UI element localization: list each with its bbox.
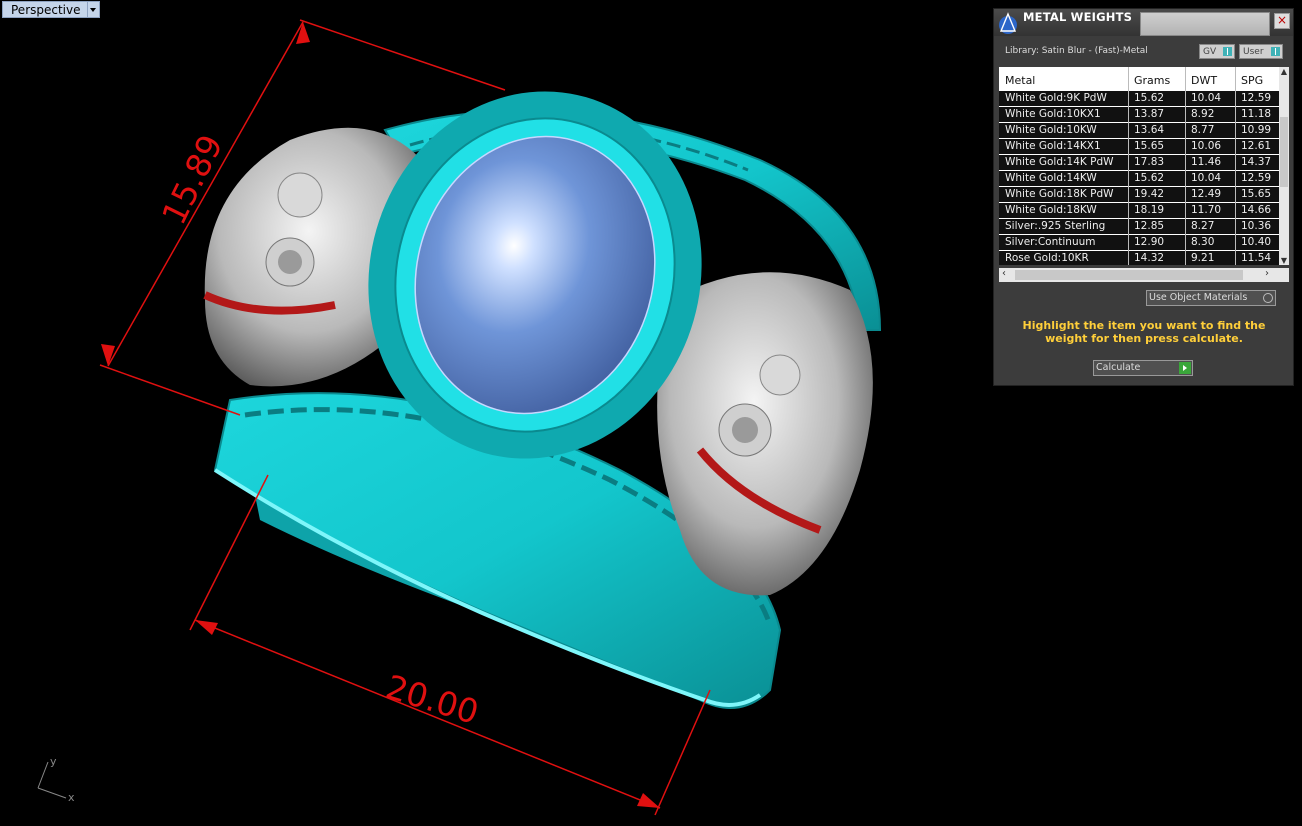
table-cell: 15.65: [1134, 140, 1165, 152]
table-cell: White Gold:14KX1: [1005, 140, 1101, 152]
table-cell: 12.59: [1241, 92, 1272, 104]
metal-weights-table[interactable]: Metal Grams DWT SPG White Gold:9K PdW 15.…: [999, 67, 1279, 265]
table-cell: 15.62: [1134, 92, 1165, 104]
close-icon[interactable]: ×: [1274, 13, 1290, 29]
table-cell: White Gold:10KW: [1005, 124, 1097, 136]
table-cell: 18.19: [1134, 204, 1165, 216]
play-icon: [1179, 362, 1191, 374]
table-header: Metal Grams DWT SPG: [999, 67, 1279, 91]
gv-toggle[interactable]: GV: [1199, 44, 1235, 59]
column-header-metal[interactable]: Metal: [1005, 74, 1035, 87]
table-cell: 8.27: [1191, 220, 1215, 232]
table-cell: 12.59: [1241, 172, 1272, 184]
table-cell: 19.42: [1134, 188, 1165, 200]
table-cell: 11.46: [1191, 156, 1222, 168]
column-header-dwt[interactable]: DWT: [1191, 74, 1217, 87]
table-cell: White Gold:14KW: [1005, 172, 1097, 184]
table-cell: White Gold:9K PdW: [1005, 92, 1107, 104]
app-logo-icon: [999, 12, 1017, 34]
table-row[interactable]: White Gold:14KW 15.62 10.04 12.59: [999, 171, 1279, 186]
viewport-label[interactable]: Perspective: [2, 1, 100, 18]
calculate-button[interactable]: Calculate: [1093, 360, 1193, 376]
table-row[interactable]: White Gold:10KX1 13.87 8.92 11.18: [999, 107, 1279, 122]
table-cell: 8.92: [1191, 108, 1215, 120]
gv-toggle-label: GV: [1203, 47, 1217, 57]
column-divider: [1185, 67, 1186, 265]
table-cell: 8.30: [1191, 236, 1215, 248]
column-divider: [1128, 67, 1129, 265]
table-cell: White Gold:10KX1: [1005, 108, 1101, 120]
table-vertical-scrollbar[interactable]: ▲ ▼: [1279, 67, 1289, 265]
axis-y-label: y: [50, 755, 57, 768]
scroll-right-icon[interactable]: ›: [1265, 268, 1269, 279]
table-cell: 14.66: [1241, 204, 1272, 216]
table-row[interactable]: White Gold:9K PdW 15.62 10.04 12.59: [999, 91, 1279, 106]
table-horizontal-scrollbar[interactable]: ‹ ›: [999, 268, 1289, 282]
table-cell: Silver:.925 Sterling: [1005, 220, 1106, 232]
metal-weights-panel: METAL WEIGHTS × Library: Satin Blur - (F…: [993, 8, 1294, 386]
table-cell: 14.32: [1134, 252, 1165, 264]
table-cell: 15.65: [1241, 188, 1272, 200]
table-cell: 10.99: [1241, 124, 1272, 136]
table-cell: 10.04: [1191, 92, 1222, 104]
use-object-materials-button[interactable]: Use Object Materials: [1146, 290, 1276, 306]
table-row[interactable]: Silver:Continuum 12.90 8.30 10.40: [999, 235, 1279, 250]
table-cell: Silver:Continuum: [1005, 236, 1096, 248]
table-row[interactable]: Rose Gold:10KR 14.32 9.21 11.54: [999, 251, 1279, 265]
table-cell: 17.83: [1134, 156, 1165, 168]
table-cell: 10.36: [1241, 220, 1272, 232]
table-cell: White Gold:18K PdW: [1005, 188, 1114, 200]
radio-icon: [1263, 293, 1273, 303]
scroll-thumb[interactable]: [1015, 270, 1243, 280]
scroll-thumb[interactable]: [1280, 117, 1288, 187]
column-header-grams[interactable]: Grams: [1134, 74, 1170, 87]
viewport-menu-arrow-icon[interactable]: [87, 1, 100, 18]
toggle-knob-icon: [1223, 47, 1232, 56]
title-strip: [1140, 12, 1270, 36]
table-row[interactable]: White Gold:14KX1 15.65 10.06 12.61: [999, 139, 1279, 154]
panel-title: METAL WEIGHTS: [1023, 10, 1133, 24]
table-row[interactable]: Silver:.925 Sterling 12.85 8.27 10.36: [999, 219, 1279, 234]
scroll-up-icon[interactable]: ▲: [1279, 67, 1289, 76]
panel-titlebar[interactable]: METAL WEIGHTS ×: [994, 9, 1293, 36]
table-cell: Rose Gold:10KR: [1005, 252, 1089, 264]
table-cell: 13.64: [1134, 124, 1165, 136]
viewport-title[interactable]: Perspective: [2, 1, 88, 18]
table-cell: 11.70: [1191, 204, 1222, 216]
scroll-left-icon[interactable]: ‹: [1002, 268, 1006, 279]
table-cell: 11.18: [1241, 108, 1272, 120]
table-cell: 14.37: [1241, 156, 1272, 168]
table-row[interactable]: White Gold:14K PdW 17.83 11.46 14.37: [999, 155, 1279, 170]
table-cell: 11.54: [1241, 252, 1272, 264]
table-cell: 12.85: [1134, 220, 1165, 232]
column-header-spg[interactable]: SPG: [1241, 74, 1263, 87]
table-cell: White Gold:14K PdW: [1005, 156, 1114, 168]
table-cell: 12.49: [1191, 188, 1222, 200]
scroll-down-icon[interactable]: ▼: [1279, 256, 1289, 265]
instruction-text: Highlight the item you want to find the …: [1022, 319, 1266, 345]
table-cell: 8.77: [1191, 124, 1215, 136]
column-divider: [1235, 67, 1236, 265]
table-cell: 12.90: [1134, 236, 1165, 248]
table-row[interactable]: White Gold:10KW 13.64 8.77 10.99: [999, 123, 1279, 138]
table-row[interactable]: White Gold:18K PdW 19.42 12.49 15.65: [999, 187, 1279, 202]
table-cell: 12.61: [1241, 140, 1272, 152]
table-cell: 10.06: [1191, 140, 1222, 152]
library-label: Library: Satin Blur - (Fast)-Metal: [1005, 46, 1148, 56]
calculate-label: Calculate: [1096, 362, 1141, 373]
table-row[interactable]: White Gold:18KW 18.19 11.70 14.66: [999, 203, 1279, 218]
table-cell: 10.04: [1191, 172, 1222, 184]
table-cell: 9.21: [1191, 252, 1215, 264]
table-cell: 15.62: [1134, 172, 1165, 184]
axis-x-label: x: [68, 791, 75, 804]
table-cell: 13.87: [1134, 108, 1165, 120]
table-cell: 10.40: [1241, 236, 1272, 248]
use-object-materials-label: Use Object Materials: [1149, 292, 1248, 303]
toggle-knob-icon: [1271, 47, 1280, 56]
table-cell: White Gold:18KW: [1005, 204, 1097, 216]
user-toggle-label: User: [1243, 47, 1264, 57]
user-toggle[interactable]: User: [1239, 44, 1283, 59]
